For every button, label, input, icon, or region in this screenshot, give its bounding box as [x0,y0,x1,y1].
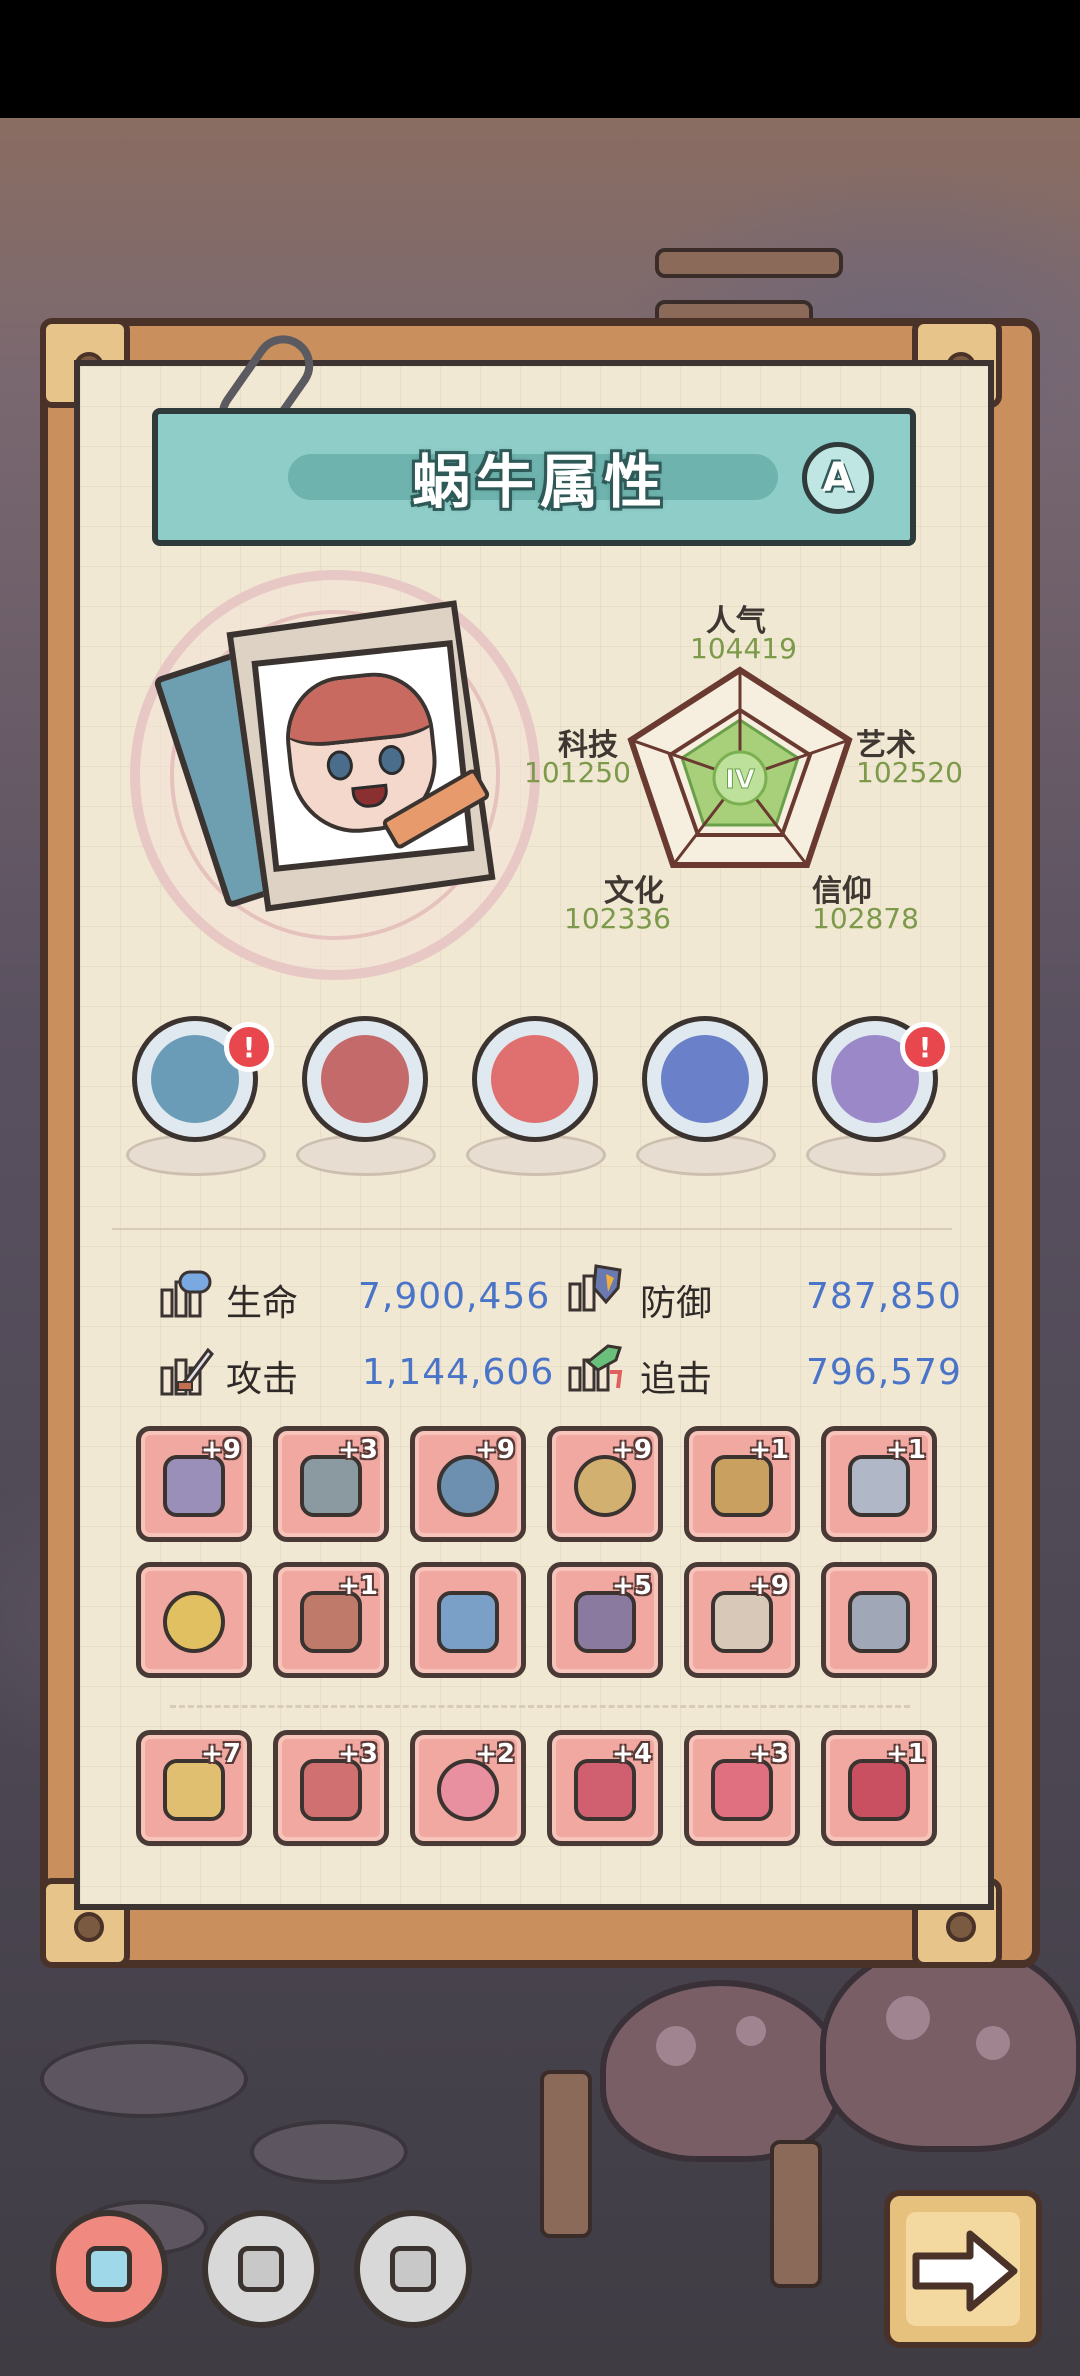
equip-slot-mech-core[interactable]: +9 [547,1426,663,1542]
equip-slot-blue-sword[interactable] [410,1562,526,1678]
radar-value-tech: 101250 [524,756,631,789]
hp-label: 生命 [226,1283,299,1324]
alert-badge: ! [900,1022,950,1072]
attack-icon [160,1347,214,1396]
equip-level: +2 [475,1739,515,1769]
mushroom-decor [600,1980,842,2162]
pursuit-label: 追击 [640,1359,713,1400]
attack-label: 攻击 [226,1359,299,1400]
equip-slot-treasure-chest[interactable]: +7 [136,1730,252,1846]
equip-level: +1 [749,1435,789,1465]
equip-level: +9 [749,1571,789,1601]
treasure-fang-mask[interactable] [302,1016,428,1142]
equip-slot-spear[interactable]: +1 [273,1562,389,1678]
grid-divider [170,1705,910,1712]
equip-slot-boots[interactable]: +3 [684,1730,800,1846]
equip-level: +5 [612,1571,652,1601]
radar-level: IV [725,765,755,795]
equip-slot-dagger[interactable]: +9 [136,1426,252,1542]
wooden-post [770,2140,822,2288]
equip-level: +9 [475,1435,515,1465]
equip-level: +1 [886,1435,926,1465]
tab-skill-tree[interactable] [354,2210,472,2328]
defense-value: 787,850 [806,1276,962,1317]
equip-slot-pants[interactable]: +9 [684,1562,800,1678]
radar-value-culture: 102336 [564,902,671,935]
radar-value-popularity: 104419 [690,632,797,665]
equip-slot-helmet[interactable]: +4 [547,1730,663,1846]
equip-level: +1 [886,1739,926,1769]
section-divider [112,1228,952,1230]
wooden-post [540,2070,592,2238]
equip-level: +4 [612,1739,652,1769]
pursuit-value: 796,579 [806,1352,962,1393]
robot-face-icon [86,2246,132,2292]
arrow-right-icon [912,2230,1018,2312]
blue-sword-icon [437,1591,499,1653]
defense-icon [568,1264,622,1312]
equip-slot-golden-ring[interactable] [136,1562,252,1678]
equip-level: +3 [338,1435,378,1465]
crossbow-icon [848,1591,910,1653]
pursuit-icon [568,1344,623,1392]
equip-level: +1 [338,1571,378,1601]
equip-level: +9 [201,1435,241,1465]
attack-value: 1,144,606 [362,1352,555,1393]
equip-level: +7 [201,1739,241,1769]
stepping-stone [40,2040,248,2118]
equip-slot-flower-shield[interactable]: +2 [410,1730,526,1846]
tab-snail-attributes[interactable] [50,2210,168,2328]
mushroom-decor [820,1940,1080,2152]
radar-value-art: 102520 [856,756,963,789]
equip-level: +3 [338,1739,378,1769]
alert-badge: ! [224,1022,274,1072]
equip-slot-winged-helm[interactable]: +3 [273,1730,389,1846]
tab-stats-board[interactable] [202,2210,320,2328]
hp-icon [160,1270,212,1318]
equip-slot-crossbow[interactable] [821,1562,937,1678]
equip-slot-armor[interactable]: +1 [821,1730,937,1846]
equip-slot-backpack[interactable]: +3 [273,1426,389,1542]
treasure-red-orb[interactable] [472,1016,598,1142]
stepping-stone [250,2120,408,2184]
gear-board-icon [390,2246,436,2292]
treasure-compass[interactable] [642,1016,768,1142]
board-icon [238,2246,284,2292]
equip-slot-rocket-sword[interactable]: +1 [821,1426,937,1542]
equip-level: +9 [612,1435,652,1465]
defense-label: 防御 [640,1283,713,1324]
equip-level: +3 [749,1739,789,1769]
title-banner: 蜗牛属性 A [152,408,916,546]
next-button[interactable] [884,2190,1042,2348]
radar-value-faith: 102878 [812,902,919,935]
golden-ring-icon [163,1591,225,1653]
equip-slot-bracelet[interactable]: +9 [410,1426,526,1542]
equip-slot-trumpet[interactable]: +1 [684,1426,800,1542]
wooden-plank [655,248,843,278]
character-portrait[interactable] [251,640,475,872]
status-bar-area [0,0,1080,118]
equip-slot-serpent-staff[interactable]: +5 [547,1562,663,1678]
attribute-radar-chart: IV [627,666,853,868]
grade-badge[interactable]: A [802,442,874,514]
hp-value: 7,900,456 [358,1276,551,1317]
